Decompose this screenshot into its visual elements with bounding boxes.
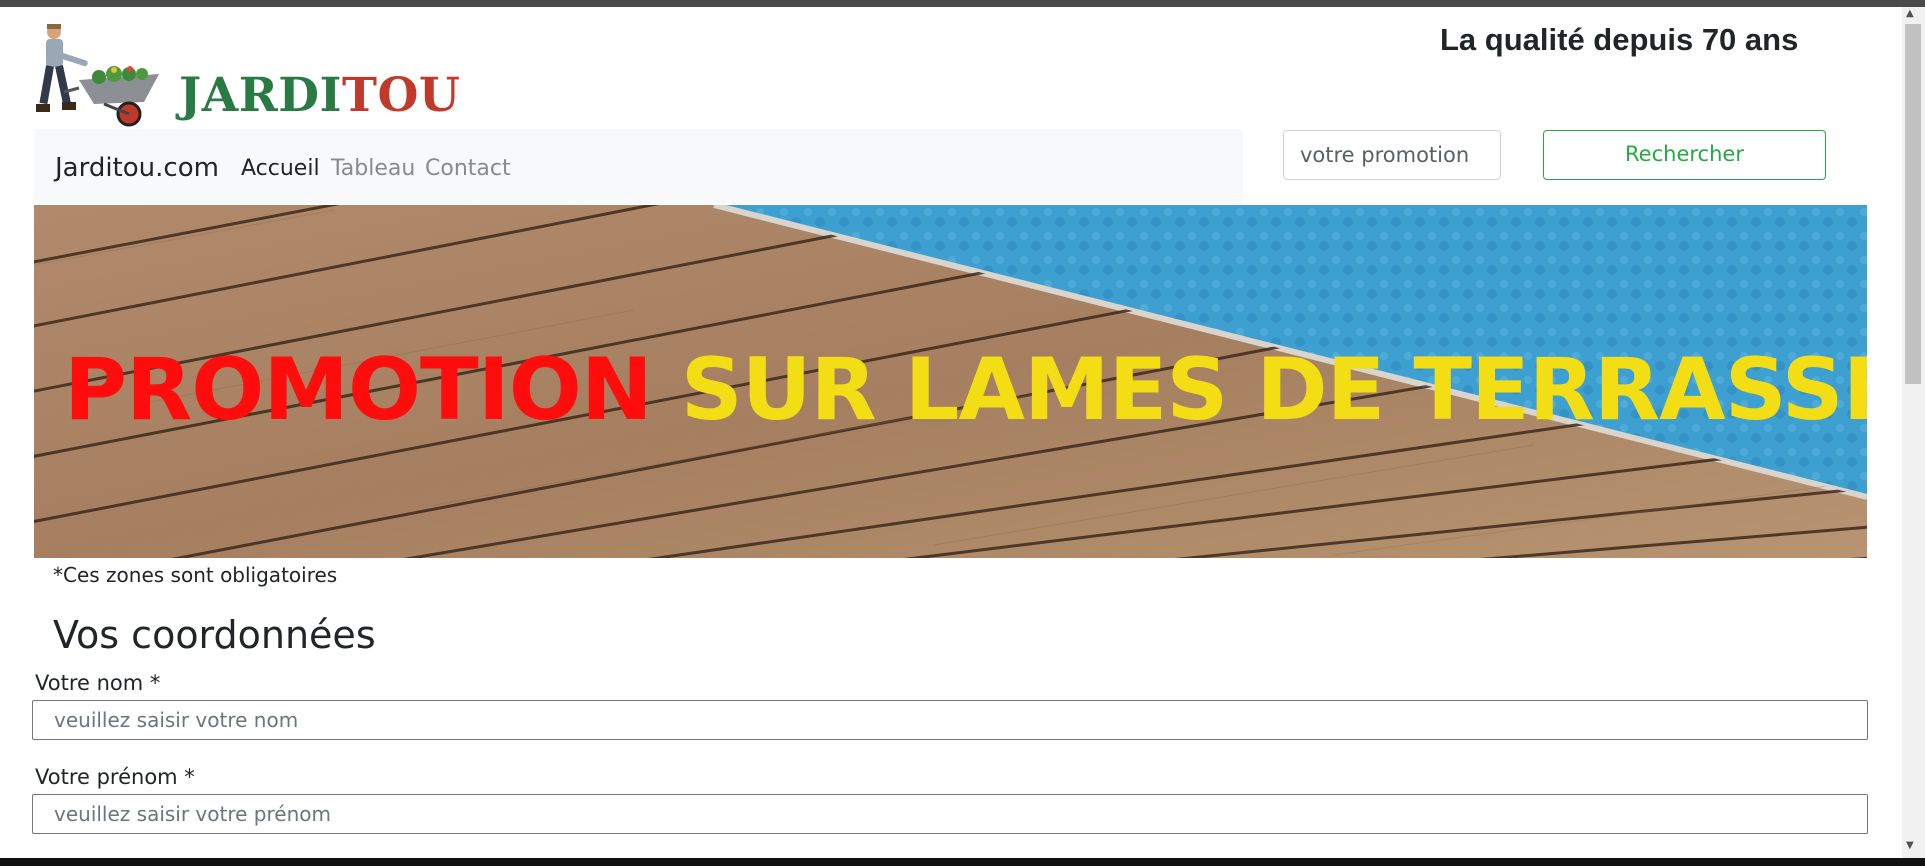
navbar-brand[interactable]: Jarditou.com	[55, 153, 219, 183]
scroll-up-arrow-icon[interactable]: ▲	[1906, 8, 1914, 19]
logo-text-jardi: JARDI	[179, 68, 343, 123]
label-nom: Votre nom *	[35, 671, 161, 695]
banner-headline: PROMOTION SUR LAMES DE TERRASSE	[64, 340, 1867, 440]
gardener-wheelbarrow-icon	[36, 24, 159, 127]
header-tagline: La qualité depuis 70 ans	[1440, 22, 1799, 57]
main-navbar: Jarditou.com Accueil Tableau Contact	[34, 129, 1243, 204]
promotion-search-input[interactable]	[1283, 130, 1501, 180]
promo-banner: PROMOTION SUR LAMES DE TERRASSE	[34, 205, 1867, 558]
nom-input[interactable]	[32, 700, 1868, 740]
nav-link-contact[interactable]: Contact	[425, 156, 511, 181]
prenom-input[interactable]	[32, 794, 1868, 834]
window-top-bar	[0, 0, 1925, 7]
search-button[interactable]: Rechercher	[1543, 130, 1826, 180]
nav-link-accueil[interactable]: Accueil	[241, 156, 320, 181]
window-bottom-bar	[0, 858, 1925, 866]
scrollbar-thumb[interactable]	[1905, 24, 1921, 384]
banner-text-promotion: PROMOTION	[64, 340, 653, 440]
nav-link-tableau[interactable]: Tableau	[331, 156, 415, 181]
logo-wordmark: JARDITOU	[179, 68, 460, 123]
required-fields-note: *Ces zones sont obligatoires	[53, 563, 338, 587]
site-logo[interactable]: JARDITOU	[34, 22, 460, 130]
section-title-coordonnees: Vos coordonnées	[53, 613, 376, 657]
scroll-down-arrow-icon[interactable]: ▼	[1906, 840, 1914, 851]
label-prenom: Votre prénom *	[35, 765, 195, 789]
banner-text-lames: SUR LAMES DE TERRASSE	[680, 340, 1867, 440]
logo-text-tou: TOU	[342, 68, 461, 123]
